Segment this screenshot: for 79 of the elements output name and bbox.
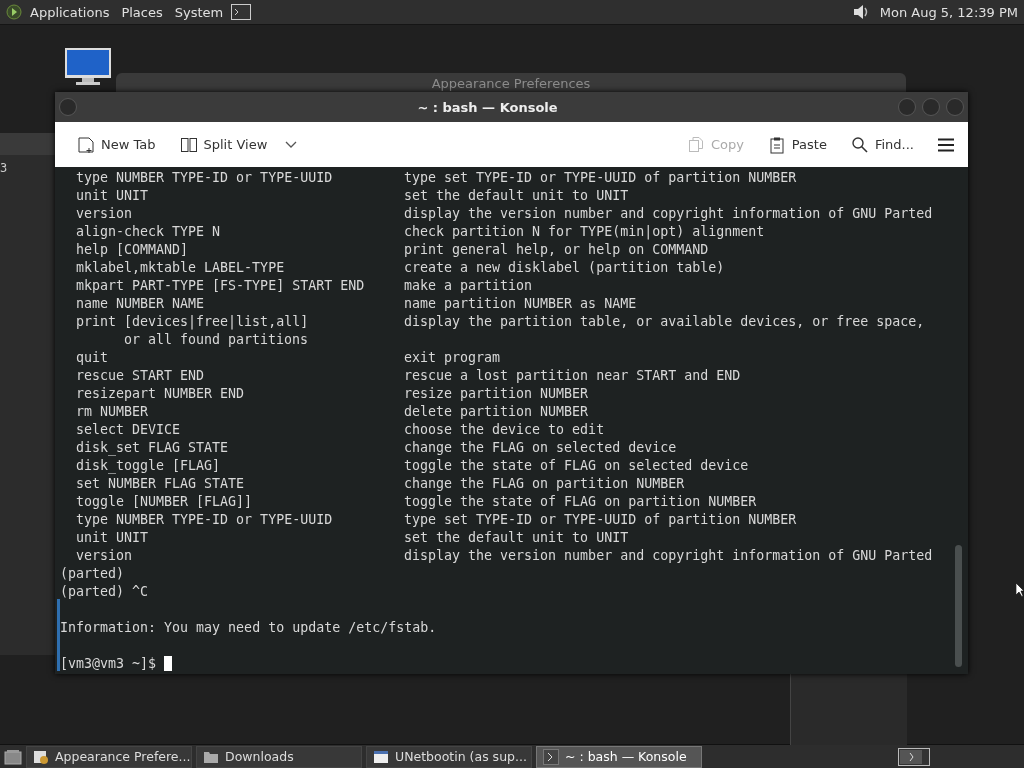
window-title: ~ : bash — Konsole	[416, 99, 559, 115]
taskbar-button[interactable]: Downloads	[196, 745, 362, 768]
terminal-text: toggle the state of FLAG on selected device	[404, 457, 749, 475]
terminal-text: (parted) ^C	[60, 583, 149, 601]
terminal-text: select DEVICE	[75, 421, 182, 439]
terminal-text: Information: You may need to update /etc/fstab.	[60, 619, 437, 637]
terminal-text: type NUMBER TYPE-ID or TYPE-UUID	[75, 169, 334, 187]
terminal-text: disk_toggle [FLAG]	[75, 457, 222, 475]
clipboard-icon	[767, 135, 786, 154]
copy-icon	[686, 135, 705, 154]
panel-menu[interactable]: Applications	[26, 4, 114, 20]
search-icon	[850, 135, 869, 154]
terminal-text: exit program	[404, 349, 501, 367]
terminal-text: toggle the state of FLAG on partition NUMBER	[404, 493, 757, 511]
terminal-text: change the FLAG on selected device	[404, 439, 677, 457]
terminal-text: unit UNIT	[75, 529, 150, 547]
scrollbar-thumb[interactable]	[955, 545, 962, 667]
volume-icon[interactable]	[851, 3, 870, 21]
taskbar-button[interactable]: ~ : bash — Konsole	[536, 745, 702, 768]
terminal-text: print [devices|free|list,all]	[75, 313, 310, 331]
new-tab-icon	[77, 135, 95, 154]
taskbar-button[interactable]: Appearance Prefere...	[26, 745, 192, 768]
clock[interactable]: Mon Aug 5, 12:39 PM	[879, 4, 1018, 20]
terminal-text: check partition N for TYPE(min|opt) alignment	[404, 223, 765, 241]
workspace-switcher-icon[interactable]	[898, 747, 930, 766]
terminal-text: create a new disklabel (partition table)	[404, 259, 725, 277]
terminal-text: (parted)	[60, 565, 125, 583]
terminal-text: name NUMBER NAME	[75, 295, 206, 313]
terminal-text: resizepart NUMBER END	[75, 385, 246, 403]
terminal-text: unit UNIT	[75, 187, 150, 205]
terminal-text: name partition NUMBER as NAME	[404, 295, 637, 313]
terminal-text: version	[75, 205, 134, 223]
start-icon[interactable]	[6, 4, 22, 20]
toolbar-button[interactable]: Split View	[173, 131, 274, 158]
toolbar-button[interactable]: Paste	[761, 131, 833, 158]
preferences-icon	[33, 748, 49, 765]
window-text: 3	[0, 161, 8, 175]
terminal-text: mkpart PART-TYPE [FS-TYPE] START END	[75, 277, 366, 295]
terminal-text: set the default unit to UNIT	[404, 187, 629, 205]
terminal-text: display the partition table, or available devices, or free space,	[404, 313, 925, 331]
terminal-icon	[543, 748, 559, 765]
terminal-text: disk_set FLAG STATE	[75, 439, 230, 457]
terminal-text: type set TYPE-ID or TYPE-UUID of partition NUMBER	[404, 511, 797, 529]
panel-menu[interactable]: System	[170, 4, 228, 20]
terminal-text: print general help, or help on COMMAND	[404, 241, 709, 259]
terminal-text: make a partition	[404, 277, 533, 295]
terminal-text: choose the device to edit	[404, 421, 605, 439]
taskbar-button[interactable]: UNetbootin (as sup...	[366, 745, 532, 768]
terminal-icon[interactable]	[231, 4, 252, 20]
toolbar-button[interactable]: Find...	[844, 131, 920, 158]
split-view-icon	[179, 135, 198, 154]
terminal-text: set NUMBER FLAG STATE	[75, 475, 246, 493]
terminal-text: delete partition NUMBER	[404, 403, 589, 421]
panel-menu[interactable]: Places	[117, 4, 167, 20]
terminal-text: or all found partitions	[123, 331, 309, 349]
terminal-text: type set TYPE-ID or TYPE-UUID of partition NUMBER	[404, 169, 797, 187]
terminal-text: version	[75, 547, 134, 565]
terminal-text: rescue START END	[75, 367, 206, 385]
window-icon	[373, 748, 389, 765]
terminal-text: align-check TYPE N	[75, 223, 222, 241]
terminal-text: quit	[75, 349, 110, 367]
shell-prompt: [vm3@vm3 ~]$	[60, 655, 157, 673]
terminal-text: help [COMMAND]	[75, 241, 190, 259]
terminal-text: type NUMBER TYPE-ID or TYPE-UUID	[75, 511, 334, 529]
terminal-text: mklabel,mktable LABEL-TYPE	[75, 259, 286, 277]
menu-icon[interactable]	[938, 137, 954, 152]
text-cursor	[164, 656, 173, 671]
terminal-text: rm NUMBER	[75, 403, 150, 421]
terminal-text: change the FLAG on partition NUMBER	[404, 475, 685, 493]
terminal-text: display the version number and copyright information of GNU Parted	[404, 205, 933, 223]
mouse-pointer-icon	[1016, 583, 1024, 597]
window-title: Appearance Preferences	[431, 76, 591, 91]
toolbar-button[interactable]: New Tab	[71, 131, 162, 158]
show-desktop-icon[interactable]	[4, 748, 22, 765]
terminal-text: display the version number and copyright information of GNU Parted	[404, 547, 933, 565]
terminal-text: toggle [NUMBER [FLAG]]	[75, 493, 254, 511]
terminal-text: resize partition NUMBER	[404, 385, 589, 403]
terminal-text: set the default unit to UNIT	[404, 529, 629, 547]
terminal-text: rescue a lost partition near START and END	[404, 367, 741, 385]
